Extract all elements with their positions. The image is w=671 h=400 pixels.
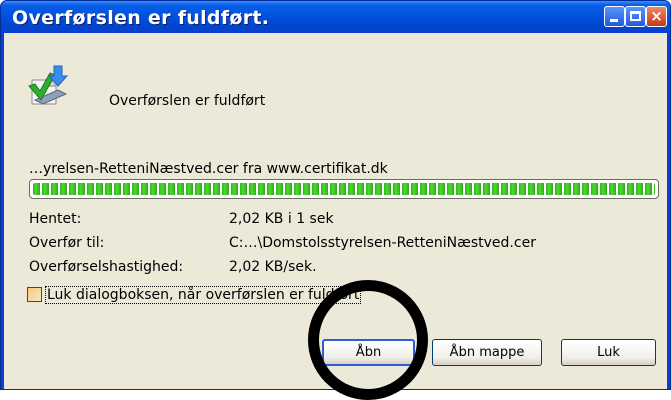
rate-label: Overførselshastighed: — [29, 259, 184, 275]
download-complete-icon — [28, 65, 69, 105]
title-bar[interactable]: Overførslen er fuldført. × — [1, 1, 670, 33]
window-title: Overførslen er fuldført. — [12, 7, 270, 29]
progress-fill — [33, 183, 655, 195]
minimize-button[interactable] — [604, 6, 625, 27]
open-folder-button[interactable]: Åbn mappe — [432, 339, 542, 366]
downloaded-label: Hentet: — [29, 211, 82, 227]
annotation-circle — [308, 280, 428, 400]
minimize-icon — [610, 19, 618, 22]
rate-value: 2,02 KB/sek. — [229, 259, 317, 275]
status-heading: Overførslen er fuldført — [109, 93, 266, 109]
close-button[interactable]: Luk — [561, 339, 656, 366]
downloaded-value: 2,02 KB i 1 sek — [229, 211, 334, 227]
close-window-button[interactable]: × — [646, 6, 667, 27]
close-icon: × — [650, 7, 663, 25]
maximize-icon — [630, 11, 641, 21]
target-label: Overfør til: — [29, 235, 105, 251]
download-source: …yrelsen-RetteniNæstved.cer fra www.cert… — [29, 161, 388, 177]
close-on-complete-checkbox[interactable] — [27, 287, 42, 302]
progress-bar — [29, 179, 659, 199]
close-on-complete-label[interactable]: Luk dialogboksen, når overførslen er ful… — [45, 286, 362, 304]
target-value: C:…\Domstolsstyrelsen-RetteniNæstved.cer — [229, 235, 536, 251]
maximize-button[interactable] — [625, 6, 646, 27]
